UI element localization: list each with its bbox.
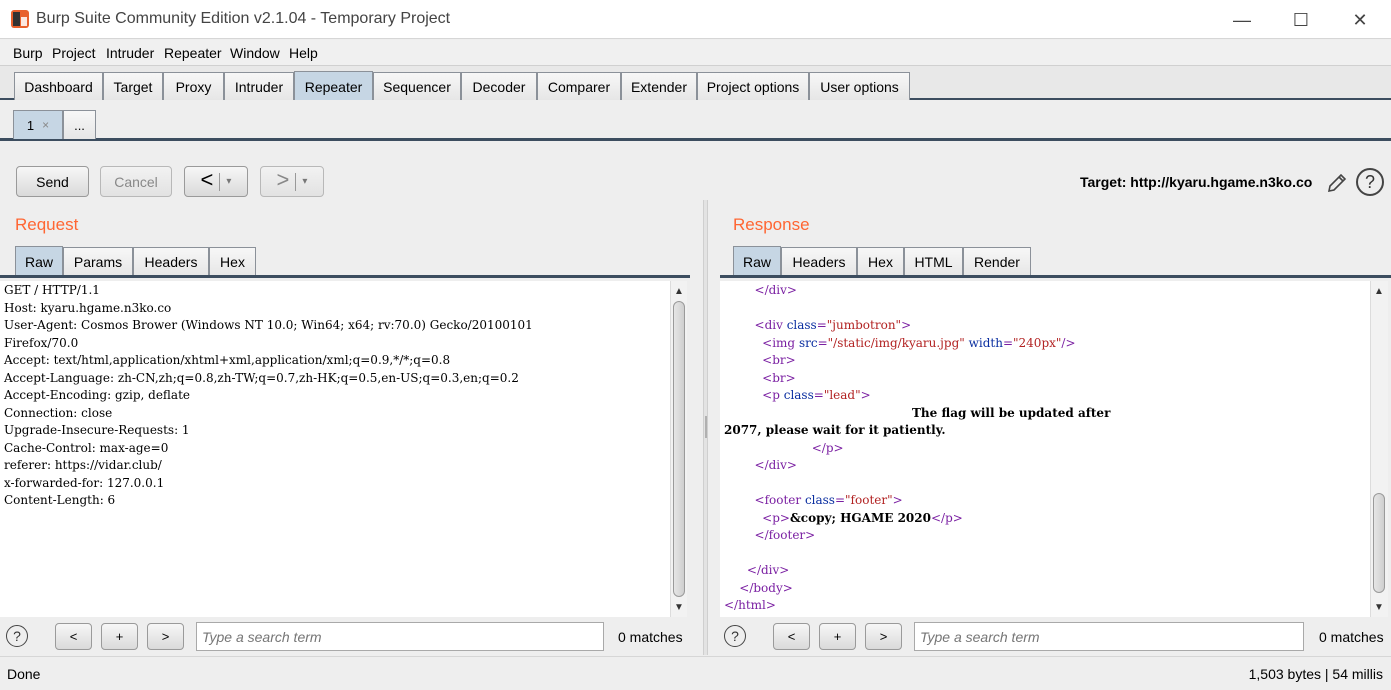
response-title: Response — [733, 215, 810, 234]
main-tab-bar: Dashboard Target Proxy Intruder Repeater… — [0, 66, 1391, 101]
back-button[interactable]: < ▾ — [184, 166, 248, 197]
request-line: GET / HTTP/1.1 — [4, 283, 100, 297]
scroll-down-icon[interactable]: ▼ — [1371, 599, 1387, 615]
minimize-button[interactable]: — — [1219, 6, 1265, 34]
title-bar: Burp Suite Community Edition v2.1.04 - T… — [0, 0, 1391, 39]
scroll-thumb[interactable] — [673, 301, 685, 597]
response-search-help-icon[interactable]: ? — [724, 625, 746, 647]
repeater-tab-1[interactable]: 1 × — [13, 110, 63, 139]
repeater-tab-bar: 1 × ... — [0, 100, 1391, 144]
tab-sequencer[interactable]: Sequencer — [373, 72, 461, 100]
response-matches-count: 0 matches — [1319, 629, 1384, 645]
request-search-prev-button[interactable]: < — [55, 623, 92, 650]
send-button[interactable]: Send — [16, 166, 89, 197]
tab-comparer[interactable]: Comparer — [537, 72, 621, 100]
tab-divider-line — [0, 138, 1391, 141]
back-dropdown-icon[interactable]: ▾ — [226, 176, 231, 187]
status-bar: Done 1,503 bytes | 54 millis — [0, 656, 1391, 690]
request-search-help-icon[interactable]: ? — [6, 625, 28, 647]
tab-proxy[interactable]: Proxy — [163, 72, 224, 100]
menu-window[interactable]: Window — [230, 45, 280, 61]
request-title: Request — [15, 215, 79, 234]
tab-intruder[interactable]: Intruder — [224, 72, 294, 100]
pencil-icon[interactable] — [1325, 171, 1349, 195]
response-tab-headers[interactable]: Headers — [781, 247, 857, 276]
menu-intruder[interactable]: Intruder — [106, 45, 154, 61]
response-search-add-button[interactable]: + — [819, 623, 856, 650]
tab-project-options[interactable]: Project options — [697, 72, 809, 100]
request-search-next-button[interactable]: > — [147, 623, 184, 650]
request-line: Accept-Language: zh-CN,zh;q=0.8,zh-TW;q=… — [4, 370, 519, 385]
scroll-up-icon[interactable]: ▲ — [1371, 283, 1387, 299]
request-line: Accept-Encoding: gzip, deflate — [4, 388, 191, 402]
cancel-button[interactable]: Cancel — [100, 166, 172, 197]
split-pane-divider[interactable] — [703, 200, 708, 655]
response-tab-render[interactable]: Render — [963, 247, 1031, 276]
window-title: Burp Suite Community Edition v2.1.04 - T… — [36, 10, 451, 27]
menu-repeater[interactable]: Repeater — [164, 45, 222, 61]
forward-arrow-icon: > — [276, 167, 290, 192]
tab-dashboard[interactable]: Dashboard — [14, 72, 103, 100]
request-line: Cache-Control: max-age=0 — [4, 440, 169, 455]
tab-target[interactable]: Target — [103, 72, 163, 100]
request-line: Accept: text/html,application/xhtml+xml,… — [4, 353, 451, 367]
scroll-thumb[interactable] — [1373, 493, 1385, 593]
status-text: Done — [7, 666, 41, 682]
menu-project[interactable]: Project — [52, 45, 96, 61]
menu-burp[interactable]: Burp — [13, 45, 43, 61]
response-search-next-button[interactable]: > — [865, 623, 902, 650]
close-tab-icon[interactable]: × — [42, 118, 49, 132]
request-raw-text[interactable]: GET / HTTP/1.1 Host: kyaru.hgame.n3ko.co… — [0, 281, 670, 510]
new-tab-button[interactable]: ... — [63, 110, 96, 139]
request-line: Content-Length: 6 — [4, 493, 116, 507]
request-matches-count: 0 matches — [618, 629, 683, 645]
response-tab-html[interactable]: HTML — [904, 247, 963, 276]
request-line: User-Agent: Cosmos Brower (Windows NT 10… — [4, 318, 533, 332]
request-tab-raw[interactable]: Raw — [15, 246, 63, 276]
response-editor[interactable]: </div> <div class="jumbotron"> <img src=… — [720, 281, 1370, 617]
response-scrollbar[interactable]: ▲ ▼ — [1370, 281, 1388, 617]
request-scrollbar[interactable]: ▲ ▼ — [670, 281, 687, 617]
forward-button[interactable]: > ▾ — [260, 166, 324, 197]
forward-dropdown-icon[interactable]: ▾ — [302, 176, 307, 187]
tab-extender[interactable]: Extender — [621, 72, 697, 100]
request-line: x-forwarded-for: 127.0.0.1 — [4, 475, 165, 490]
request-line: Host: kyaru.hgame.n3ko.co — [4, 300, 172, 315]
request-tab-params[interactable]: Params — [63, 247, 133, 276]
request-line: referer: https://vidar.club/ — [4, 458, 162, 472]
tab-decoder[interactable]: Decoder — [461, 72, 537, 100]
scroll-up-icon[interactable]: ▲ — [671, 283, 687, 299]
target-label: Target: http://kyaru.hgame.n3ko.co — [1080, 174, 1313, 190]
request-line: Upgrade-Insecure-Requests: 1 — [4, 423, 190, 437]
back-arrow-icon: < — [200, 167, 214, 192]
scroll-down-icon[interactable]: ▼ — [671, 599, 687, 615]
response-search-input[interactable] — [914, 622, 1304, 651]
tab-repeater[interactable]: Repeater — [294, 71, 373, 101]
help-icon[interactable]: ? — [1356, 168, 1384, 196]
request-line: Firefox/70.0 — [4, 335, 79, 350]
response-search-prev-button[interactable]: < — [773, 623, 810, 650]
menu-bar: Burp Project Intruder Repeater Window He… — [0, 40, 1391, 66]
request-tab-hex[interactable]: Hex — [209, 247, 256, 276]
request-tab-headers[interactable]: Headers — [133, 247, 209, 276]
response-tab-raw[interactable]: Raw — [733, 246, 781, 276]
request-search-input[interactable] — [196, 622, 604, 651]
repeater-tab-label: 1 — [26, 117, 35, 133]
request-search-add-button[interactable]: + — [101, 623, 138, 650]
tab-user-options[interactable]: User options — [809, 72, 910, 100]
response-tab-hex[interactable]: Hex — [857, 247, 904, 276]
response-size-info: 1,503 bytes | 54 millis — [1248, 666, 1383, 682]
request-editor[interactable]: GET / HTTP/1.1 Host: kyaru.hgame.n3ko.co… — [0, 281, 670, 617]
maximize-button[interactable]: ☐ — [1278, 6, 1324, 34]
burp-logo-icon — [11, 10, 29, 28]
request-line: Connection: close — [4, 405, 113, 420]
close-window-button[interactable]: ✕ — [1337, 6, 1383, 34]
menu-help[interactable]: Help — [289, 45, 318, 61]
response-raw-text[interactable]: </div> <div class="jumbotron"> <img src=… — [720, 281, 1370, 615]
